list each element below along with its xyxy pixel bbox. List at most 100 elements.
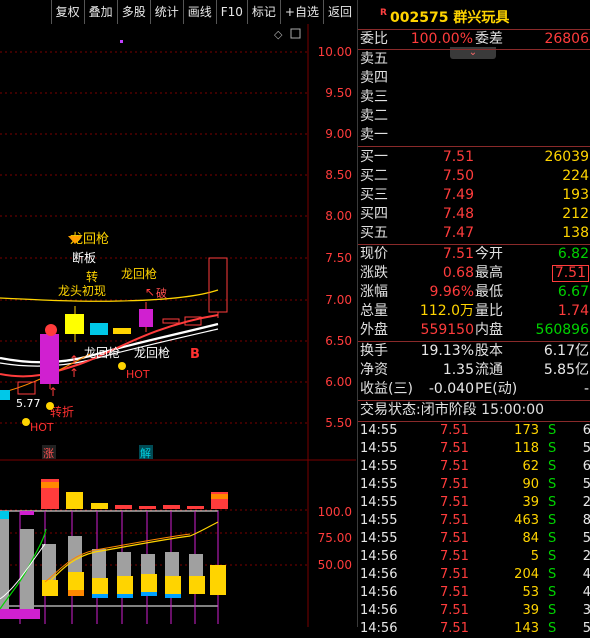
candle [208, 257, 228, 313]
marker-dot [120, 40, 123, 43]
tick-row[interactable]: 14:55 7.51 39 S 2 [358, 494, 590, 512]
quote-value: 559150 [420, 322, 474, 338]
sell-label: 卖三 [360, 89, 388, 105]
tick-v: 5 [530, 549, 539, 564]
tick-row[interactable]: 14:56 7.51 143 S 5 [358, 620, 590, 638]
toolbar-button-stats[interactable]: 统计 [149, 0, 183, 24]
fund-value: 19.13% [420, 343, 474, 359]
tick-n: 2 [582, 495, 590, 510]
low-price-label: 5.77 [16, 397, 41, 410]
candle [17, 381, 36, 395]
sell-row[interactable]: 卖四 [358, 69, 590, 88]
window-icon[interactable] [290, 28, 301, 39]
chart-toolbar: 复权 叠加 多股 统计 画线 F10 标记 +自选 返回 [0, 0, 356, 24]
candle [162, 318, 180, 324]
toolbar-button-multi[interactable]: 多股 [116, 0, 150, 24]
quote-label: 外盘 [360, 322, 388, 338]
tick-row[interactable]: 14:55 7.51 118 S 5 [358, 440, 590, 458]
price-tick: 7.00 [325, 293, 352, 307]
tick-row[interactable]: 14:55 7.51 90 S 5 [358, 476, 590, 494]
tick-row[interactable]: 14:55 7.51 173 S 6 [358, 422, 590, 440]
tick-s: S [548, 441, 557, 456]
tick-n: 3 [582, 603, 590, 618]
quote-label: 最高 [475, 265, 503, 281]
tick-row[interactable]: 14:55 7.51 84 S 5 [358, 530, 590, 548]
tick-row[interactable]: 14:56 7.51 53 S 4 [358, 584, 590, 602]
candle [40, 334, 59, 384]
volume-bars [41, 479, 228, 509]
buy-row[interactable]: 买三 7.49 193 [358, 186, 590, 205]
tick-row[interactable]: 14:55 7.51 62 S 6 [358, 458, 590, 476]
toolbar-button-add-watchlist[interactable]: +自选 [279, 0, 323, 24]
tick-p: 7.51 [440, 513, 469, 528]
price-tick: 7.50 [325, 251, 352, 265]
sell-row[interactable]: 卖二 [358, 107, 590, 126]
quote-value: 560896 [535, 322, 589, 338]
quote-row: 涨幅 9.96% 最低 6.67 [358, 283, 590, 302]
toolbar-button-draw[interactable]: 画线 [182, 0, 216, 24]
price-tick: 8.50 [325, 168, 352, 182]
diamond-icon[interactable]: ◇ [274, 28, 283, 41]
signal-dragon-return-4: 龙回枪 [134, 345, 170, 360]
kline-chart[interactable]: 10.00 9.50 9.00 8.50 8.00 7.50 7.00 6.50… [0, 24, 356, 627]
buy-row[interactable]: 买二 7.50 224 [358, 167, 590, 186]
tick-p: 7.51 [440, 441, 469, 456]
tick-v: 62 [522, 459, 539, 474]
price-tick: 6.00 [325, 375, 352, 389]
signal-dot-icon [46, 402, 54, 410]
price-tick: 9.50 [325, 86, 352, 100]
quote-row: 总量 112.0万 量比 1.74 [358, 302, 590, 321]
hot-label: HOT [30, 421, 54, 434]
tick-row[interactable]: 14:56 7.51 5 S 2 [358, 548, 590, 566]
arrow-up-icon: ↑ [48, 385, 58, 399]
quote-value: 6.67 [557, 284, 589, 300]
tick-n: 4 [582, 585, 590, 600]
fund-label: PE(动) [475, 381, 518, 397]
toolbar-button-back[interactable]: 返回 [322, 0, 356, 24]
quote-value: 112.0万 [419, 303, 474, 319]
buy-volume: 224 [562, 168, 589, 184]
signal-dragon-return-3: 龙回枪 [84, 345, 120, 360]
tick-n: 2 [582, 549, 590, 564]
tick-v: 39 [522, 603, 539, 618]
fund-label: 收益(三) [360, 381, 413, 397]
unlock-tag-label: 解 [140, 446, 151, 460]
toolbar-button-mark[interactable]: 标记 [246, 0, 280, 24]
buy-row[interactable]: 买一 7.51 26039 [358, 148, 590, 167]
tick-s: S [548, 621, 557, 636]
hot-dot-icon [22, 418, 30, 426]
toolbar-button-f10[interactable]: F10 [215, 0, 247, 24]
tick-s: S [548, 477, 557, 492]
quote-value: 6.82 [557, 246, 589, 262]
sell-row[interactable]: 卖三 [358, 88, 590, 107]
tick-p: 7.51 [440, 549, 469, 564]
hot-dot-icon [118, 362, 126, 370]
buy-label: 买二 [360, 168, 388, 184]
sell-row[interactable]: 卖五 [358, 50, 590, 69]
quote-label: 总量 [360, 303, 388, 319]
toolbar-button-adjust[interactable]: 复权 [50, 0, 84, 24]
tick-row[interactable]: 14:55 7.51 463 S 8 [358, 512, 590, 530]
toolbar-button-overlay[interactable]: 叠加 [83, 0, 117, 24]
buy-volume: 193 [562, 187, 589, 203]
fund-label: 流通 [475, 362, 503, 378]
candle [113, 328, 131, 334]
tick-n: 5 [582, 531, 590, 546]
candle [90, 323, 108, 335]
tick-row[interactable]: 14:56 7.51 204 S 4 [358, 566, 590, 584]
diff-value: 26806 [544, 31, 589, 47]
tick-s: S [548, 513, 557, 528]
fund-label: 换手 [360, 343, 388, 359]
candle [139, 309, 153, 327]
sell-row[interactable]: 卖一 [358, 126, 590, 145]
buy-row[interactable]: 买四 7.48 212 [358, 205, 590, 224]
buy-price: 7.51 [442, 149, 474, 165]
fund-label: 净资 [360, 362, 388, 378]
volume-tick: 75.00 [318, 531, 352, 545]
buy-row[interactable]: 买五 7.47 138 [358, 224, 590, 243]
arrow-up-icon: ↑ [69, 366, 79, 380]
tick-s: S [548, 423, 557, 438]
tick-row[interactable]: 14:56 7.51 39 S 3 [358, 602, 590, 620]
stock-code-name[interactable]: 002575 群兴玩具 [390, 7, 509, 27]
fund-row: 净资 1.35 流通 5.85亿 [358, 361, 590, 380]
